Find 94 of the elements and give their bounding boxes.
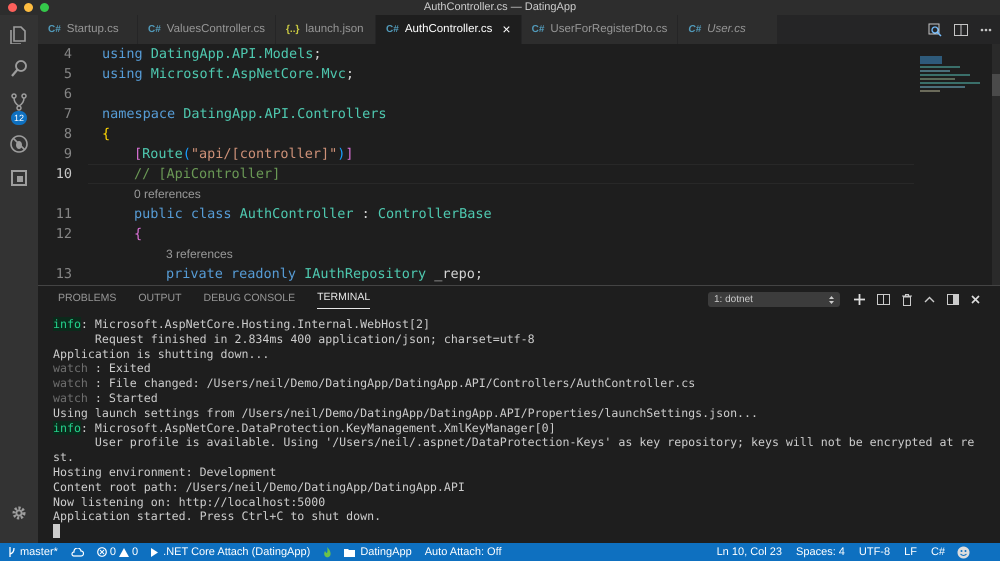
cloud-icon xyxy=(70,548,84,556)
editor-tab[interactable]: C# User.cs xyxy=(678,15,778,44)
terminal-line: Hosting environment: Development xyxy=(53,464,278,480)
line-number: 5 xyxy=(62,64,73,84)
status-item[interactable]: master* xyxy=(8,544,58,560)
split-terminal-icon[interactable] xyxy=(877,294,890,305)
terminal-line: Using launch settings from /Users/neil/Demo/DatingApp/DatingApp.API/Properties/launchSettings.json... xyxy=(53,406,759,421)
csharp-file-icon: C# xyxy=(48,22,61,37)
editor-tab[interactable]: C# Startup.cs xyxy=(38,15,138,44)
terminal-line: Application is shutting down... xyxy=(53,346,270,362)
files-icon[interactable] xyxy=(10,25,28,44)
panel-tab[interactable]: TERMINAL xyxy=(317,290,370,309)
editor-tab[interactable]: C# ValuesController.cs xyxy=(138,15,276,44)
line-number: 11 xyxy=(54,204,73,224)
status-item[interactable]: Auto Attach: Off xyxy=(424,544,502,560)
code-line: private readonly IAuthRepository _repo; xyxy=(166,264,483,284)
line-number: 7 xyxy=(62,104,73,124)
terminal-cursor xyxy=(53,524,60,538)
csharp-file-icon: C# xyxy=(386,22,399,37)
more-icon[interactable] xyxy=(980,28,992,32)
code-line: using Microsoft.AspNetCore.Mvc; xyxy=(102,64,354,84)
terminal-line: watch : Exited xyxy=(53,361,152,376)
folder-icon xyxy=(344,548,356,556)
terminal-line: Application started. Press Ctrl+C to shut down. xyxy=(53,509,382,524)
status-item[interactable]: LF xyxy=(904,544,917,560)
window-title: AuthController.cs — DatingApp xyxy=(424,0,576,15)
extensions-icon[interactable] xyxy=(10,169,28,188)
csharp-file-icon: C# xyxy=(532,22,544,37)
line-number: 13 xyxy=(54,264,73,284)
editor-tab[interactable]: {..} launch.json xyxy=(276,15,376,44)
chevron-up-icon[interactable] xyxy=(924,296,935,303)
status-item[interactable]: Spaces: 4 xyxy=(796,544,845,560)
search-icon[interactable] xyxy=(928,22,942,36)
smiley-icon[interactable] xyxy=(957,546,970,558)
line-number: 10 xyxy=(54,164,73,184)
close-window-button[interactable] xyxy=(8,3,17,12)
terminal-line: Content root path: /Users/neil/Demo/DatingApp/DatingApp.API xyxy=(53,480,466,495)
code-line: using DatingApp.API.Models; xyxy=(102,44,322,64)
code-line: [Route("api/[controller]")] xyxy=(134,144,354,164)
close-icon[interactable] xyxy=(971,295,980,304)
problems-status[interactable]: 0 0 xyxy=(96,544,138,560)
code-line: public class AuthController : ControllerBase xyxy=(134,204,492,224)
terminal-line: info: Microsoft.AspNetCore.DataProtection.KeyManagement.XmlKeyManager[0] xyxy=(53,420,557,436)
terminal-line: st. xyxy=(53,450,75,465)
add-icon[interactable] xyxy=(854,294,865,305)
editor-tab[interactable]: C# UserForRegisterDto.cs xyxy=(522,15,678,44)
notification-badge: 12 xyxy=(11,111,27,125)
debug-icon[interactable] xyxy=(10,135,28,154)
status-item[interactable]: .NET Core Attach (DatingApp) xyxy=(151,544,310,560)
json-file-icon: {..} xyxy=(286,22,300,37)
line-number: 12 xyxy=(54,224,73,244)
status-item[interactable]: DatingApp xyxy=(344,544,412,560)
minimize-window-button[interactable] xyxy=(24,3,33,12)
terminal-line: watch : Started xyxy=(53,390,159,406)
line-number: 6 xyxy=(62,84,73,104)
editor-tab[interactable]: C# AuthController.cs × xyxy=(376,15,522,44)
settings-icon[interactable] xyxy=(11,505,27,521)
line-number: 8 xyxy=(62,124,73,144)
minimap xyxy=(920,56,982,92)
code-line: namespace DatingApp.API.Controllers xyxy=(102,104,386,124)
dropdown-arrows-icon xyxy=(829,296,834,304)
terminal-line: Request finished in 2.834ms 400 application/json; charset=utf-8 xyxy=(94,332,536,347)
panel-tab[interactable]: PROBLEMS xyxy=(58,290,116,308)
branch-icon xyxy=(8,547,15,557)
search-icon[interactable] xyxy=(10,59,28,78)
terminal-select[interactable]: 1: dotnet xyxy=(708,292,840,307)
panel-layout-icon[interactable] xyxy=(947,294,959,305)
trash-icon[interactable] xyxy=(902,294,912,306)
line-number: 9 xyxy=(62,144,73,164)
csharp-file-icon: C# xyxy=(148,22,161,37)
code-line: { xyxy=(134,224,142,244)
code-line: { xyxy=(102,124,110,144)
code-line: // [ApiController] xyxy=(134,164,280,184)
warning-icon xyxy=(119,548,130,556)
terminal-line: info: Microsoft.AspNetCore.Hosting.Internal.WebHost[2] xyxy=(53,317,431,332)
csharp-file-icon: C# xyxy=(688,22,702,37)
status-item[interactable]: C# xyxy=(930,544,945,560)
status-item[interactable]: UTF-8 xyxy=(858,544,890,560)
terminal-line: Now listening on: http://localhost:5000 xyxy=(53,494,326,510)
code-lens-link[interactable]: 3 references xyxy=(166,245,233,263)
terminal-line: User profile is available. Using '/Users/neil/.aspnet/DataProtection-Keys' as key repository; keys will not be encrypted at re xyxy=(94,435,976,450)
panel-tab[interactable]: DEBUG CONSOLE xyxy=(204,290,296,308)
panel-tab[interactable]: OUTPUT xyxy=(138,290,182,308)
split-editor-icon[interactable] xyxy=(954,24,968,36)
error-icon xyxy=(96,547,107,557)
maximize-window-button[interactable] xyxy=(40,3,49,12)
git-icon[interactable] xyxy=(10,93,28,112)
close-tab-button[interactable]: × xyxy=(502,19,511,40)
terminal-line: watch : File changed: /Users/neil/Demo/DatingApp/DatingApp.API/Controllers/AuthController.cs xyxy=(53,376,696,391)
status-item[interactable]: Ln 10, Col 23 xyxy=(716,544,782,560)
line-number: 4 xyxy=(62,44,73,64)
flame-icon xyxy=(323,546,332,558)
code-lens-link[interactable]: 0 references xyxy=(134,185,201,203)
play-icon xyxy=(151,548,158,556)
